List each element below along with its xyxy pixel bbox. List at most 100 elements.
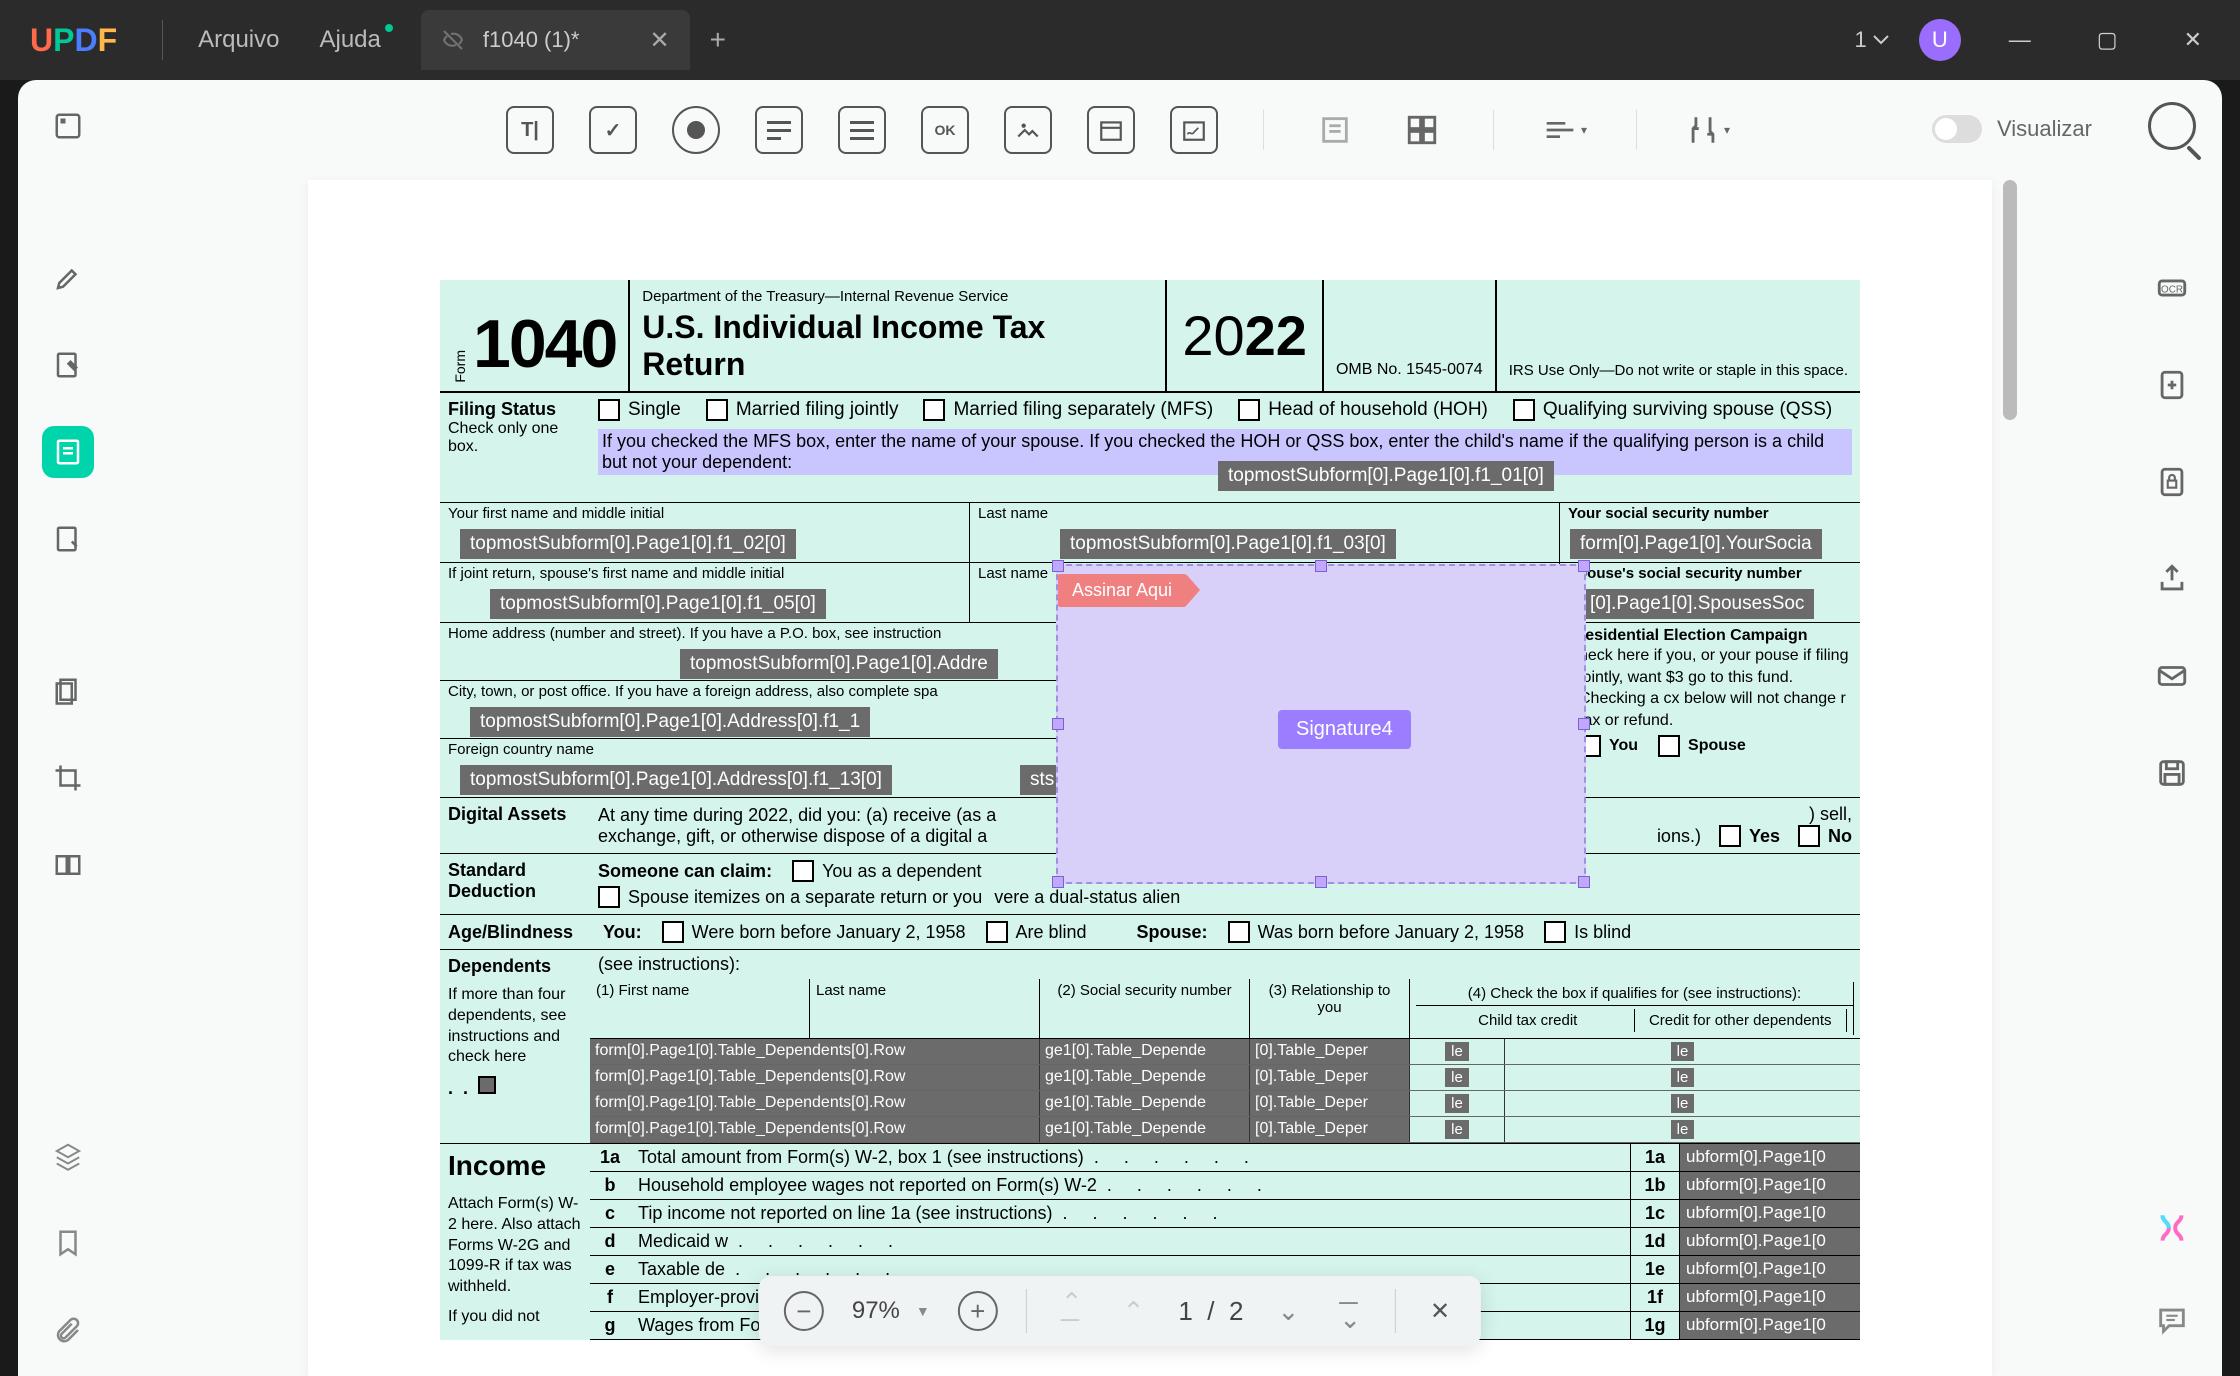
attachment-button[interactable] <box>42 1304 94 1356</box>
close-icon[interactable]: ✕ <box>650 26 670 55</box>
document-tab[interactable]: f1040 (1)* ✕ <box>421 10 690 70</box>
qss-checkbox[interactable]: Qualifying surviving spouse (QSS) <box>1513 399 1832 421</box>
field-sts[interactable]: sts <box>1020 765 1060 795</box>
tools-tool[interactable]: ▾ <box>1682 104 1734 156</box>
ai-button[interactable] <box>2146 1202 2198 1254</box>
organize-button[interactable] <box>42 513 94 565</box>
pec-spouse-checkbox[interactable]: Spouse <box>1658 735 1746 757</box>
line-amount-field[interactable]: ubform[0].Page1[0 <box>1680 1256 1860 1283</box>
dep-ssn-field[interactable]: ge1[0].Table_Depende <box>1040 1039 1250 1064</box>
field-f1-03[interactable]: topmostSubform[0].Page1[0].f1_03[0] <box>1060 529 1396 559</box>
dep-ctc-check[interactable]: le <box>1410 1091 1505 1116</box>
spouse-born-checkbox[interactable]: Was born before January 2, 1958 <box>1228 921 1525 943</box>
dep-name-field[interactable]: form[0].Page1[0].Table_Dependents[0].Row <box>590 1039 1040 1064</box>
single-checkbox[interactable]: Single <box>598 399 681 421</box>
dep-ctc-check[interactable]: le <box>1410 1039 1505 1064</box>
zoom-value[interactable]: 97%▼ <box>852 1297 930 1325</box>
close-button[interactable]: ✕ <box>2166 17 2220 63</box>
zoom-out-button[interactable]: − <box>784 1291 824 1331</box>
dep-ctc-check[interactable]: le <box>1410 1117 1505 1142</box>
line-amount-field[interactable]: ubform[0].Page1[0 <box>1680 1284 1860 1311</box>
line-amount-field[interactable]: ubform[0].Page1[0 <box>1680 1172 1860 1199</box>
blind-checkbox[interactable]: Are blind <box>986 921 1087 943</box>
dependent-checkbox[interactable]: You as a dependent <box>792 860 982 882</box>
align-tool[interactable]: ▾ <box>1539 104 1591 156</box>
field-f1-13[interactable]: topmostSubform[0].Page1[0].Address[0].f1… <box>460 765 892 795</box>
highlighter-button[interactable] <box>42 252 94 304</box>
line-amount-field[interactable]: ubform[0].Page1[0 <box>1680 1312 1860 1339</box>
line-amount-field[interactable]: ubform[0].Page1[0 <box>1680 1144 1860 1171</box>
next-page-button[interactable]: ⌄ <box>1271 1296 1305 1327</box>
dep-rel-field[interactable]: [0].Table_Deper <box>1250 1091 1410 1116</box>
protect-button[interactable] <box>2146 456 2198 508</box>
dep-rel-field[interactable]: [0].Table_Deper <box>1250 1065 1410 1090</box>
dep-other-check[interactable]: le <box>1505 1065 1860 1090</box>
field-spousessn[interactable]: [0].Page1[0].SpousesSoc <box>1580 589 1814 619</box>
close-zoombar-button[interactable]: ✕ <box>1424 1297 1456 1326</box>
dep-rel-field[interactable]: [0].Table_Deper <box>1250 1117 1410 1142</box>
field-order-tool[interactable] <box>1309 104 1361 156</box>
vertical-scrollbar[interactable] <box>2003 180 2017 420</box>
save-button[interactable] <box>2146 747 2198 799</box>
bookmark-button[interactable] <box>42 1217 94 1269</box>
born-checkbox[interactable]: Were born before January 2, 1958 <box>662 921 966 943</box>
thumbnails-button[interactable] <box>42 100 94 152</box>
field-f1-05[interactable]: topmostSubform[0].Page1[0].f1_05[0] <box>490 589 826 619</box>
field-addr[interactable]: topmostSubform[0].Page1[0].Addre <box>680 649 998 679</box>
pdf-canvas[interactable]: Form 1040 Department of the Treasury—Int… <box>308 180 1992 1376</box>
minimize-button[interactable]: — <box>1991 17 2049 63</box>
button-tool[interactable]: OK <box>921 106 969 154</box>
menu-help[interactable]: Ajuda <box>299 26 400 54</box>
dep-ssn-field[interactable]: ge1[0].Table_Depende <box>1040 1065 1250 1090</box>
dep-other-check[interactable]: le <box>1505 1117 1860 1142</box>
line-amount-field[interactable]: ubform[0].Page1[0 <box>1680 1200 1860 1227</box>
signature-tool[interactable] <box>1170 106 1218 154</box>
toggle-switch[interactable] <box>1932 115 1982 143</box>
dep-name-field[interactable]: form[0].Page1[0].Table_Dependents[0].Row <box>590 1065 1040 1090</box>
spouse-blind-checkbox[interactable]: Is blind <box>1544 921 1631 943</box>
convert-button[interactable] <box>2146 359 2198 411</box>
pages-button[interactable] <box>42 665 94 717</box>
field-yourssn[interactable]: form[0].Page1[0].YourSocia <box>1570 529 1822 559</box>
dep-name-field[interactable]: form[0].Page1[0].Table_Dependents[0].Row <box>590 1091 1040 1116</box>
date-tool[interactable] <box>1087 106 1135 154</box>
textfield-tool[interactable]: T| <box>506 106 554 154</box>
prev-page-button[interactable]: ⌃ <box>1117 1296 1151 1327</box>
crop-button[interactable] <box>42 752 94 804</box>
zoom-in-button[interactable]: + <box>958 1291 998 1331</box>
radio-tool[interactable] <box>672 106 720 154</box>
dep-ctc-check[interactable]: le <box>1410 1065 1505 1090</box>
image-tool[interactable] <box>1004 106 1052 154</box>
field-f1-01[interactable]: topmostSubform[0].Page1[0].f1_01[0] <box>1218 461 1554 491</box>
search-button[interactable] <box>2146 100 2198 152</box>
yes-checkbox[interactable]: Yes <box>1719 825 1780 847</box>
count-dropdown[interactable]: 1 <box>1855 27 1889 53</box>
maximize-button[interactable]: ▢ <box>2079 17 2136 63</box>
add-tab-button[interactable]: + <box>710 24 726 56</box>
dep-other-check[interactable]: le <box>1505 1091 1860 1116</box>
first-page-button[interactable]: ⌃─ <box>1055 1287 1089 1335</box>
mfj-checkbox[interactable]: Married filing jointly <box>706 399 899 421</box>
dropdown-tool[interactable] <box>755 106 803 154</box>
preview-toggle[interactable]: Visualizar <box>1932 115 2092 143</box>
menu-file[interactable]: Arquivo <box>178 26 299 54</box>
mfs-checkbox[interactable]: Married filing separately (MFS) <box>923 399 1213 421</box>
no-checkbox[interactable]: No <box>1798 825 1852 847</box>
listbox-tool[interactable] <box>838 106 886 154</box>
dep-rel-field[interactable]: [0].Table_Deper <box>1250 1039 1410 1064</box>
field-f1-02[interactable]: topmostSubform[0].Page1[0].f1_02[0] <box>460 529 796 559</box>
pec-you-checkbox[interactable]: You <box>1579 735 1638 757</box>
email-button[interactable] <box>2146 650 2198 702</box>
itemize-checkbox[interactable]: Spouse itemizes on a separate return or … <box>598 886 982 908</box>
dep-ssn-field[interactable]: ge1[0].Table_Depende <box>1040 1091 1250 1116</box>
dep-other-check[interactable]: le <box>1505 1039 1860 1064</box>
recognize-tool[interactable] <box>1396 104 1448 156</box>
page-indicator[interactable]: 1 / 2 <box>1178 1296 1243 1327</box>
line-amount-field[interactable]: ubform[0].Page1[0 <box>1680 1228 1860 1255</box>
last-page-button[interactable]: ─⌄ <box>1333 1287 1367 1335</box>
layers-button[interactable] <box>42 1130 94 1182</box>
edit-button[interactable] <box>42 339 94 391</box>
checkbox-tool[interactable]: ✓ <box>589 106 637 154</box>
dep-name-field[interactable]: form[0].Page1[0].Table_Dependents[0].Row <box>590 1117 1040 1142</box>
hoh-checkbox[interactable]: Head of household (HOH) <box>1238 399 1488 421</box>
